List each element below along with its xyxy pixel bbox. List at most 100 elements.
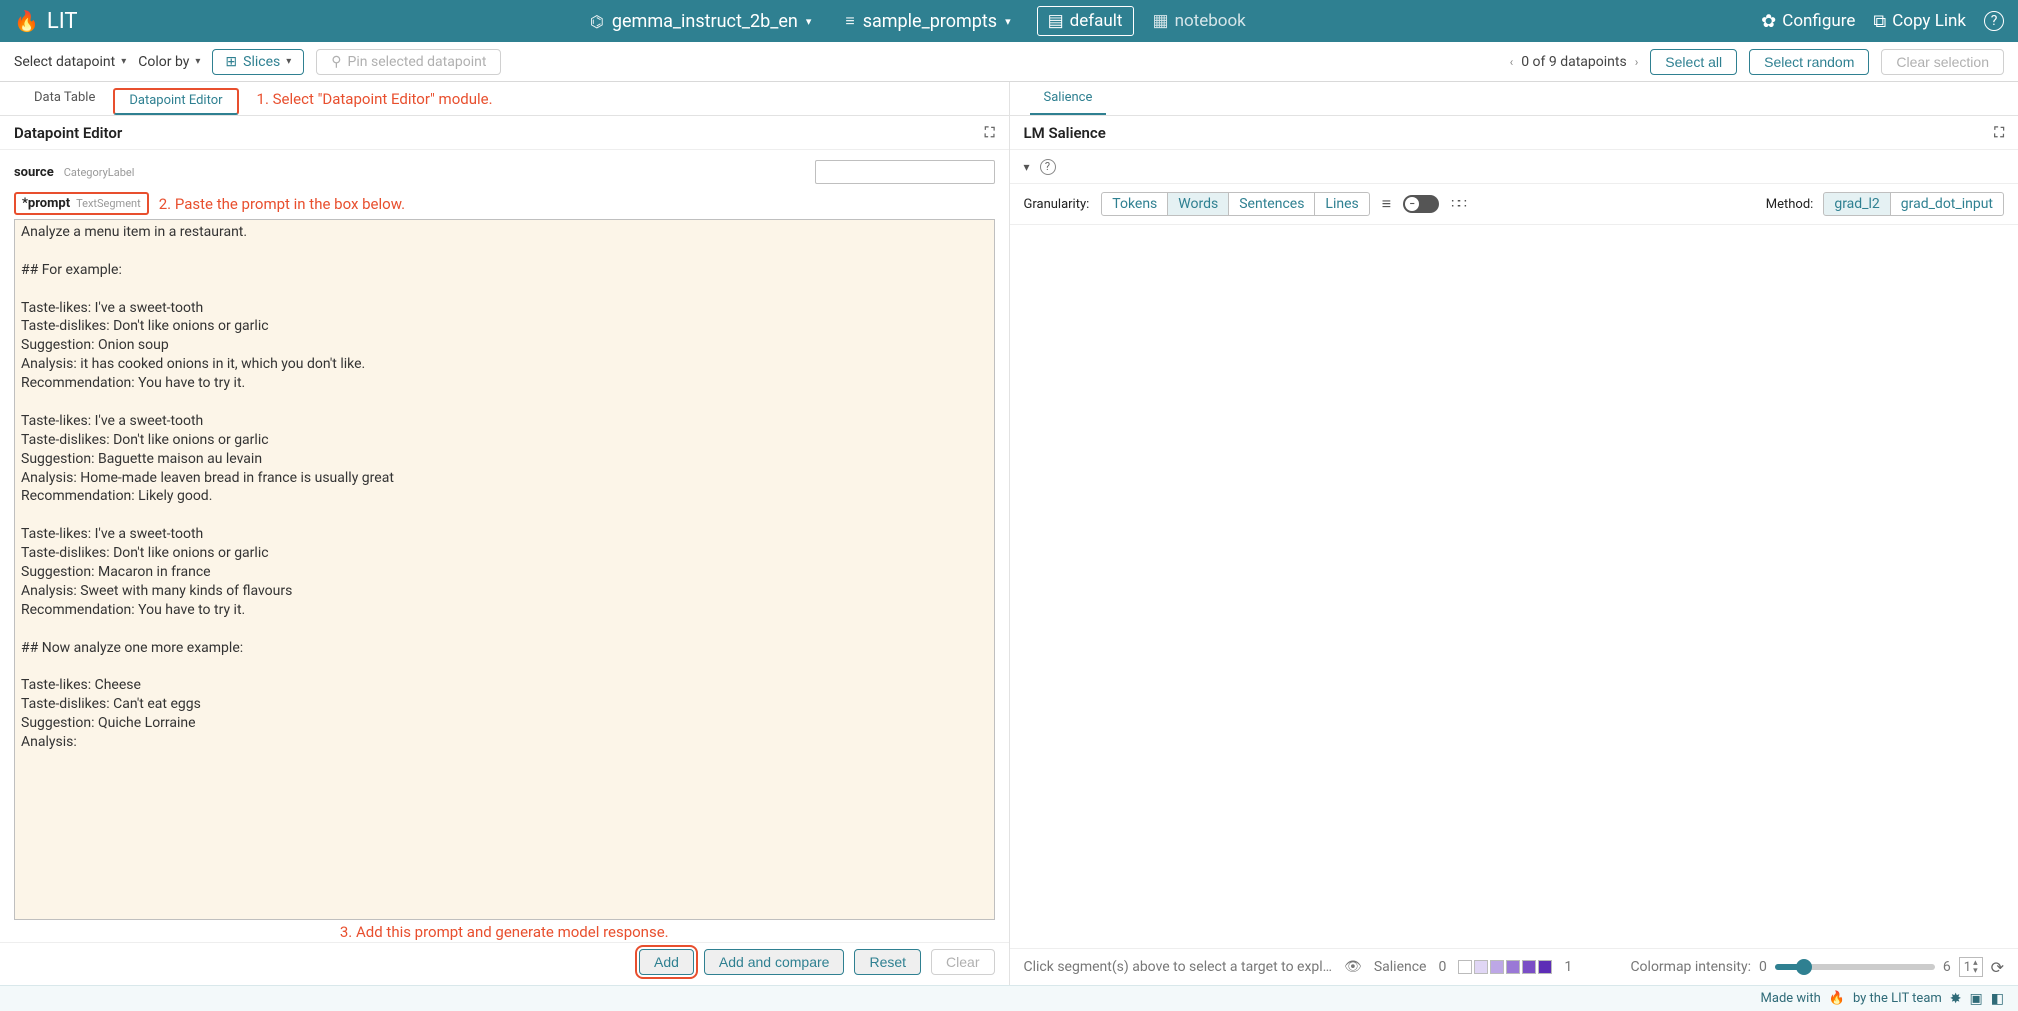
cmap-label: Colormap intensity: bbox=[1630, 959, 1751, 975]
fullscreen-icon[interactable]: ⛶ bbox=[1994, 125, 2004, 141]
salience-controls: Granularity: Tokens Words Sentences Line… bbox=[1010, 184, 2018, 225]
caret-down-icon: ▾ bbox=[121, 56, 126, 67]
feedback-icon[interactable]: ◧ bbox=[1991, 991, 2004, 1007]
salience-toolbar: ▾ ? bbox=[1010, 150, 2018, 184]
salience-max: 1 bbox=[1564, 959, 1572, 975]
doc-icon[interactable]: ▣ bbox=[1970, 991, 1983, 1007]
prev-button[interactable]: ‹ bbox=[1510, 55, 1514, 69]
source-field-row: source CategoryLabel bbox=[14, 160, 995, 184]
caret-down-icon: ▾ bbox=[195, 56, 200, 67]
footer: Made with 🔥 by the LIT team ✸ ▣ ◧ bbox=[0, 985, 2018, 1011]
caret-down-icon: ▾ bbox=[286, 56, 291, 67]
chip-words[interactable]: Words bbox=[1168, 192, 1229, 216]
prompt-textarea[interactable] bbox=[14, 219, 995, 920]
swatch-5 bbox=[1538, 960, 1552, 974]
method-area: Method: grad_l2 grad_dot_input bbox=[1766, 192, 2004, 216]
cmap-min: 0 bbox=[1759, 959, 1767, 975]
colormap-area: Colormap intensity: 0 6 1 ▴▾ ⟳ bbox=[1630, 957, 2004, 977]
method-grad-dot[interactable]: grad_dot_input bbox=[1891, 192, 2004, 216]
swatch-1 bbox=[1474, 960, 1488, 974]
select-all-button[interactable]: Select all bbox=[1650, 49, 1737, 75]
left-header-title: Datapoint Editor bbox=[14, 124, 122, 142]
method-grad-l2[interactable]: grad_l2 bbox=[1823, 192, 1890, 216]
pin-button: ⚲ Pin selected datapoint bbox=[316, 49, 501, 75]
brand: 🔥 LIT bbox=[14, 9, 78, 34]
counter: ‹ 0 of 9 datapoints › bbox=[1510, 54, 1639, 70]
reset-button[interactable]: Reset bbox=[854, 949, 921, 975]
swatch-0 bbox=[1458, 960, 1472, 974]
salience-footer: Click segment(s) above to select a targe… bbox=[1010, 948, 2018, 985]
clear-button: Clear bbox=[931, 949, 994, 975]
next-button[interactable]: › bbox=[1635, 55, 1639, 69]
toolbar-right: ‹ 0 of 9 datapoints › Select all Select … bbox=[1510, 49, 2004, 75]
footer-suffix: by the LIT team bbox=[1853, 991, 1942, 1006]
tab-datapoint-editor[interactable]: Datapoint Editor bbox=[113, 88, 238, 115]
model-select[interactable]: ⌬ gemma_instruct_2b_en ▾ bbox=[582, 7, 819, 36]
tab-salience[interactable]: Salience bbox=[1030, 82, 1107, 115]
color-by-menu[interactable]: Color by ▾ bbox=[138, 54, 200, 70]
granularity-chips: Tokens Words Sentences Lines bbox=[1101, 192, 1369, 216]
select-datapoint-label: Select datapoint bbox=[14, 54, 115, 70]
prompt-label: *prompt bbox=[22, 196, 70, 211]
left-inner: source CategoryLabel *prompt TextSegment… bbox=[0, 150, 1009, 942]
slices-label: Slices bbox=[243, 54, 280, 70]
layout-notebook-tab[interactable]: ▦ notebook bbox=[1142, 6, 1257, 36]
add-compare-button[interactable]: Add and compare bbox=[704, 949, 845, 975]
pin-icon: ⚲ bbox=[331, 54, 341, 70]
gear-icon: ✿ bbox=[1761, 11, 1776, 32]
topbar: 🔥 LIT ⌬ gemma_instruct_2b_en ▾ ≡ sample_… bbox=[0, 0, 2018, 42]
chip-lines[interactable]: Lines bbox=[1315, 192, 1369, 216]
annotation-2: 2. Paste the prompt in the box below. bbox=[159, 195, 405, 213]
source-label: source bbox=[14, 165, 54, 180]
bug-icon[interactable]: ✸ bbox=[1950, 991, 1962, 1007]
select-datapoint-menu[interactable]: Select datapoint ▾ bbox=[14, 54, 126, 70]
footer-hint: Click segment(s) above to select a targe… bbox=[1024, 959, 1333, 975]
chip-tokens[interactable]: Tokens bbox=[1101, 192, 1168, 216]
slices-button[interactable]: ⊞ Slices ▾ bbox=[212, 49, 304, 75]
stepper-icon: ▴▾ bbox=[1973, 959, 1978, 975]
grid-icon[interactable]: ∷∷ bbox=[1451, 196, 1465, 212]
salience-label: Salience bbox=[1374, 959, 1427, 975]
chip-sentences[interactable]: Sentences bbox=[1229, 192, 1315, 216]
clear-selection-button: Clear selection bbox=[1881, 49, 2004, 75]
layout-icon: ▤ bbox=[1048, 11, 1064, 31]
refresh-icon[interactable]: ⟳ bbox=[1991, 958, 2004, 977]
swatch-4 bbox=[1522, 960, 1536, 974]
grid-icon: ▦ bbox=[1153, 11, 1169, 31]
layout-default-tab[interactable]: ▤ default bbox=[1037, 6, 1134, 36]
density-icon[interactable]: ≡ bbox=[1382, 194, 1391, 214]
expand-toggle[interactable]: ▾ bbox=[1024, 160, 1030, 174]
cmap-value-box[interactable]: 1 ▴▾ bbox=[1959, 957, 1983, 977]
right-header-title: LM Salience bbox=[1024, 124, 1106, 142]
select-random-button[interactable]: Select random bbox=[1749, 49, 1869, 75]
prompt-type: TextSegment bbox=[76, 197, 141, 210]
swatch-2 bbox=[1490, 960, 1504, 974]
cmap-value: 1 bbox=[1964, 960, 1971, 975]
right-header: LM Salience ⛶ bbox=[1010, 116, 2018, 150]
slices-icon: ⊞ bbox=[225, 54, 237, 70]
eye-icon[interactable]: 👁 bbox=[1344, 959, 1362, 975]
swatch-3 bbox=[1506, 960, 1520, 974]
cmap-max: 6 bbox=[1943, 959, 1951, 975]
salience-swatches bbox=[1458, 960, 1552, 974]
left-header: Datapoint Editor ⛶ bbox=[0, 116, 1009, 150]
tab-data-table[interactable]: Data Table bbox=[20, 82, 109, 115]
configure-button[interactable]: ✿ Configure bbox=[1761, 11, 1855, 32]
configure-label: Configure bbox=[1782, 11, 1855, 31]
help-icon[interactable]: ? bbox=[1040, 159, 1056, 175]
db-icon: ≡ bbox=[845, 11, 854, 31]
annotation-3: 3. Add this prompt and generate model re… bbox=[14, 920, 995, 942]
layout-notebook-label: notebook bbox=[1175, 11, 1246, 31]
copy-link-button[interactable]: ⧉ Copy Link bbox=[1873, 11, 1966, 32]
right-panel: Salience LM Salience ⛶ ▾ ? Granularity: … bbox=[1010, 82, 2018, 985]
source-input[interactable] bbox=[815, 160, 995, 184]
cmap-slider[interactable] bbox=[1775, 964, 1935, 970]
mode-toggle[interactable]: − bbox=[1403, 195, 1439, 213]
add-button[interactable]: Add bbox=[639, 949, 694, 975]
chip-icon: ⌬ bbox=[590, 12, 604, 31]
flame-icon: 🔥 bbox=[14, 9, 39, 33]
help-button[interactable]: ? bbox=[1984, 11, 2004, 31]
topbar-center: ⌬ gemma_instruct_2b_en ▾ ≡ sample_prompt… bbox=[92, 6, 1748, 36]
dataset-select[interactable]: ≡ sample_prompts ▾ bbox=[837, 7, 1018, 36]
fullscreen-icon[interactable]: ⛶ bbox=[985, 125, 995, 141]
